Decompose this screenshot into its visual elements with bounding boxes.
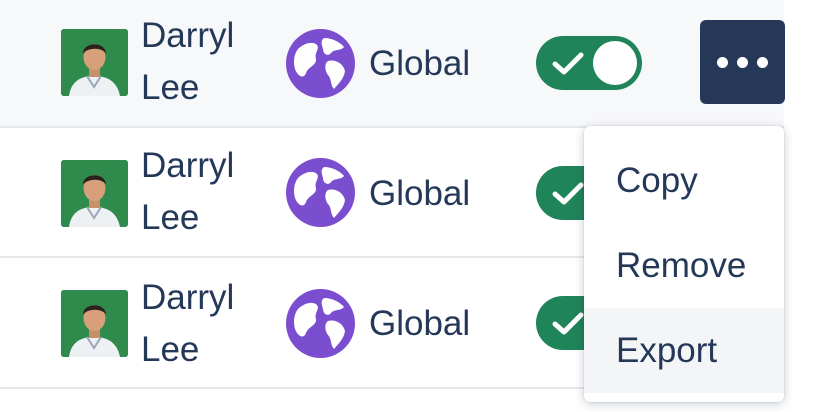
region-label: Global <box>369 44 471 83</box>
region-label: Global <box>369 174 471 213</box>
more-actions-button[interactable] <box>700 20 785 104</box>
person-photo-icon <box>61 29 128 96</box>
check-icon <box>552 52 584 75</box>
globe-icon <box>286 158 355 227</box>
actions-menu: Copy Remove Export <box>584 126 784 402</box>
user-name: Darryl Lee <box>141 146 235 237</box>
person-photo-icon <box>61 290 128 357</box>
menu-item-export[interactable]: Export <box>584 308 784 393</box>
person-photo-icon <box>61 160 128 227</box>
avatar <box>61 290 128 357</box>
user-name: Darryl Lee <box>141 16 235 107</box>
more-horizontal-icon <box>717 56 728 68</box>
avatar <box>61 160 128 227</box>
region-label: Global <box>369 304 471 343</box>
menu-item-remove[interactable]: Remove <box>584 223 784 308</box>
menu-item-copy[interactable]: Copy <box>584 138 784 223</box>
globe-icon <box>286 29 355 98</box>
enable-toggle[interactable] <box>536 36 642 90</box>
check-icon <box>552 182 584 205</box>
avatar <box>61 29 128 96</box>
globe-icon <box>286 289 355 358</box>
toggle-knob <box>593 41 637 85</box>
check-icon <box>552 312 584 335</box>
table-row: Darryl Lee Global <box>0 0 785 128</box>
user-name: Darryl Lee <box>141 278 235 369</box>
